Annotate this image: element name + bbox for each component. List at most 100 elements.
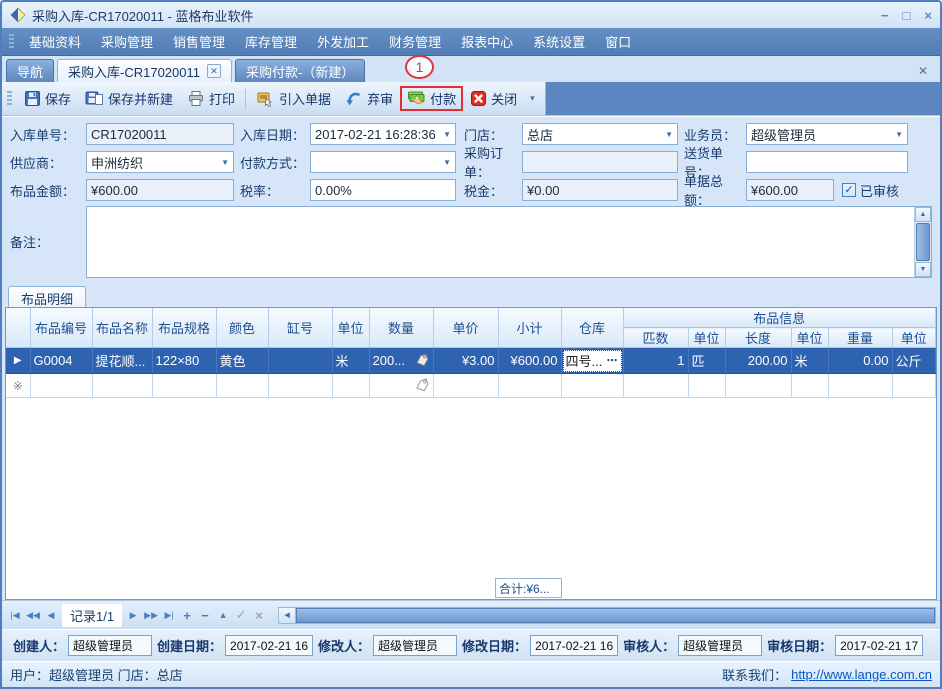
- nav-next-page-icon[interactable]: ▶▶: [142, 610, 160, 621]
- import-document-button[interactable]: 引入单据: [249, 86, 338, 111]
- cell-length[interactable]: 200.00: [725, 348, 791, 374]
- nav-last-icon[interactable]: ▶|: [160, 610, 178, 621]
- col-header-length-unit[interactable]: 单位: [791, 328, 828, 348]
- menu-item-purchase[interactable]: 采购管理: [91, 28, 163, 55]
- col-header-length[interactable]: 长度: [725, 328, 791, 348]
- unapprove-button[interactable]: 弃审: [338, 86, 400, 111]
- col-header-spec[interactable]: 布品规格: [152, 308, 216, 348]
- audited-checkbox[interactable]: ✓: [842, 183, 856, 197]
- ellipsis-button[interactable]: ⋯: [607, 354, 619, 367]
- chevron-down-icon[interactable]: ▼: [895, 130, 903, 139]
- close-icon[interactable]: ×: [924, 9, 932, 22]
- table-row-new[interactable]: ※: [6, 374, 936, 398]
- tabbar-close-icon[interactable]: ✕: [910, 64, 936, 78]
- scroll-left-icon[interactable]: ◀: [279, 608, 296, 623]
- table-row-selected[interactable]: ▶ G0004 提花顺... 122×80 黄色 米 200...: [6, 348, 936, 374]
- delivery-no-input[interactable]: [746, 151, 908, 173]
- salesman-select[interactable]: 超级管理员▼: [746, 123, 908, 145]
- col-header-color[interactable]: 颜色: [216, 308, 268, 348]
- cell-qty[interactable]: 200...: [369, 348, 433, 374]
- col-header-subtotal[interactable]: 小计: [498, 308, 561, 348]
- nav-post-icon[interactable]: ✓: [232, 607, 250, 623]
- tag-icon[interactable]: [413, 377, 431, 394]
- cell-vat-no[interactable]: [268, 348, 332, 374]
- menu-item-sales[interactable]: 销售管理: [163, 28, 235, 55]
- print-button[interactable]: 打印: [180, 86, 242, 111]
- nav-prev-page-icon[interactable]: ◀◀: [24, 610, 42, 621]
- tag-icon[interactable]: [413, 352, 431, 369]
- tab-purchase-receipt[interactable]: 采购入库-CR17020011 ✕: [57, 59, 232, 82]
- close-document-button[interactable]: 关闭: [463, 86, 524, 111]
- pay-method-select[interactable]: ▼: [310, 151, 456, 173]
- scroll-thumb[interactable]: [916, 223, 930, 261]
- cell-weight-unit[interactable]: 公斤: [892, 348, 936, 374]
- menu-item-system[interactable]: 系统设置: [523, 28, 595, 55]
- receipt-date-field[interactable]: 2017-02-21 16:28:36▼: [310, 123, 456, 145]
- nav-delete-icon[interactable]: −: [196, 608, 214, 623]
- menu-item-outsourcing[interactable]: 外发加工: [307, 28, 379, 55]
- col-header-pieces-unit[interactable]: 单位: [688, 328, 725, 348]
- cell-weight[interactable]: 0.00: [828, 348, 892, 374]
- toolbar-separator: [245, 89, 246, 109]
- cell-warehouse[interactable]: 四号... ⋯: [561, 348, 623, 374]
- cell-length-unit[interactable]: 米: [791, 348, 828, 374]
- pay-button[interactable]: 付款: [400, 86, 463, 111]
- scroll-down-icon[interactable]: ▼: [915, 262, 931, 277]
- cell-pieces-unit[interactable]: 匹: [688, 348, 725, 374]
- scroll-thumb[interactable]: [296, 608, 935, 623]
- col-header-pieces[interactable]: 匹数: [623, 328, 688, 348]
- cell-qty-new[interactable]: [369, 374, 433, 398]
- cell-spec[interactable]: 122×80: [152, 348, 216, 374]
- supplier-select[interactable]: 申洲纺织▼: [86, 151, 234, 173]
- save-button[interactable]: 保存: [17, 86, 78, 111]
- col-header-weight[interactable]: 重量: [828, 328, 892, 348]
- website-link[interactable]: http://www.lange.com.cn: [791, 667, 932, 682]
- cell-pieces[interactable]: 1: [623, 348, 688, 374]
- col-header-weight-unit[interactable]: 单位: [892, 328, 936, 348]
- chevron-down-icon[interactable]: ▼: [221, 158, 229, 167]
- col-header-warehouse[interactable]: 仓库: [561, 308, 623, 348]
- title-bar: 采购入库-CR17020011 - 蓝格布业软件 − □ ×: [2, 2, 940, 28]
- chevron-down-icon[interactable]: ▼: [443, 158, 451, 167]
- col-header-price[interactable]: 单价: [433, 308, 498, 348]
- nav-prev-icon[interactable]: ◀: [42, 610, 60, 621]
- menu-item-finance[interactable]: 财务管理: [379, 28, 451, 55]
- menu-item-reports[interactable]: 报表中心: [451, 28, 523, 55]
- cell-color[interactable]: 黄色: [216, 348, 268, 374]
- tab-close-icon[interactable]: ✕: [207, 64, 221, 78]
- cell-subtotal[interactable]: ¥600.00: [498, 348, 561, 374]
- nav-cancel-icon[interactable]: ×: [250, 608, 268, 623]
- close-dropdown-icon[interactable]: ▾: [524, 93, 541, 104]
- nav-next-icon[interactable]: ▶: [124, 610, 142, 621]
- tax-rate-input[interactable]: 0.00%: [310, 179, 456, 201]
- nav-first-icon[interactable]: |◀: [6, 610, 24, 621]
- nav-edit-icon[interactable]: ▲: [214, 610, 232, 620]
- scroll-up-icon[interactable]: ▲: [915, 207, 931, 222]
- remark-scrollbar[interactable]: ▲ ▼: [914, 207, 931, 277]
- cell-name[interactable]: 提花顺...: [92, 348, 152, 374]
- col-header-code[interactable]: 布品编号: [30, 308, 92, 348]
- menu-item-base-data[interactable]: 基础资料: [19, 28, 91, 55]
- col-header-name[interactable]: 布品名称: [92, 308, 152, 348]
- chevron-down-icon[interactable]: ▼: [443, 130, 451, 139]
- menu-item-inventory[interactable]: 库存管理: [235, 28, 307, 55]
- minimize-icon[interactable]: −: [881, 9, 889, 22]
- audited-checkbox-wrap[interactable]: ✓ 已审核: [842, 181, 899, 200]
- pay-label: 付款: [430, 89, 456, 108]
- store-select[interactable]: 总店▼: [522, 123, 678, 145]
- cell-price[interactable]: ¥3.00: [433, 348, 498, 374]
- maximize-icon[interactable]: □: [903, 9, 911, 22]
- col-header-qty[interactable]: 数量: [369, 308, 433, 348]
- save-and-new-button[interactable]: 保存并新建: [78, 86, 180, 111]
- nav-insert-icon[interactable]: +: [178, 608, 196, 623]
- cell-unit[interactable]: 米: [332, 348, 369, 374]
- chevron-down-icon[interactable]: ▼: [665, 130, 673, 139]
- tab-purchase-payment[interactable]: 采购付款-（新建）: [235, 59, 365, 82]
- col-header-vat-no[interactable]: 缸号: [268, 308, 332, 348]
- grid-horizontal-scrollbar[interactable]: ◀: [278, 607, 936, 624]
- remark-textarea[interactable]: ▲ ▼: [86, 206, 932, 278]
- tab-navigation[interactable]: 导航: [6, 59, 54, 82]
- col-header-unit[interactable]: 单位: [332, 308, 369, 348]
- menu-item-window[interactable]: 窗口: [595, 28, 641, 55]
- cell-code[interactable]: G0004: [30, 348, 92, 374]
